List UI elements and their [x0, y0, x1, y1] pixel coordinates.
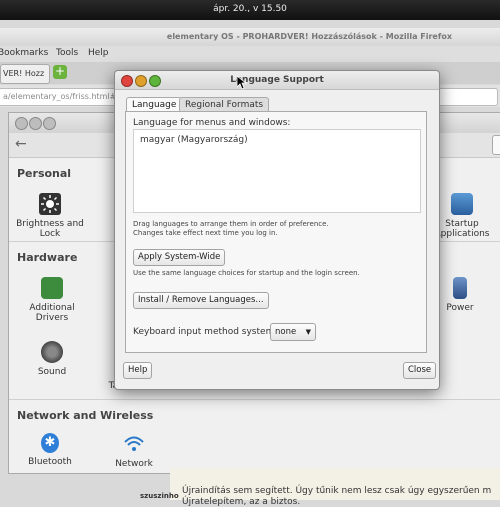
language-list-label: Language for menus and windows: [133, 118, 291, 128]
browser-tab[interactable]: VER! Hozz [0, 64, 50, 84]
top-panel: ápr. 20., v 15.50 [0, 0, 500, 20]
menu-bookmarks[interactable]: Bookmarks [0, 48, 48, 58]
close-icon[interactable] [15, 117, 28, 130]
chip-icon [41, 277, 63, 299]
keyboard-input-value: none [275, 327, 297, 337]
language-list-item[interactable]: magyar (Magyarország) [140, 135, 248, 145]
tab-language[interactable]: Language [126, 97, 183, 112]
battery-icon [453, 277, 467, 299]
menu-tools[interactable]: Tools [56, 48, 78, 58]
menu-help[interactable]: Help [88, 48, 109, 58]
item-brightness[interactable]: Brightness and Lock [15, 193, 85, 239]
apply-system-wide-button[interactable]: Apply System-Wide [133, 249, 226, 266]
install-remove-languages-button[interactable]: Install / Remove Languages... [133, 292, 269, 309]
keyboard-input-select[interactable]: none ▼ [270, 323, 316, 341]
close-button[interactable]: Close [403, 362, 437, 379]
dialog-titlebar: Language Support [115, 71, 439, 90]
new-tab-button[interactable]: + [53, 65, 67, 79]
firefox-titlebar: elementary OS - PROHARDVER! Hozzászóláso… [0, 28, 500, 46]
item-label: Brightness and Lock [16, 219, 84, 239]
wifi-icon [123, 433, 145, 455]
minimize-icon[interactable] [29, 117, 42, 130]
item-label: Sound [37, 367, 67, 377]
firefox-window-title: elementary OS - PROHARDVER! Hozzászóláso… [166, 32, 452, 41]
bluetooth-icon: ✱ [41, 433, 59, 453]
item-label: Additional Drivers [29, 303, 75, 323]
speaker-icon [41, 341, 63, 363]
item-additional-drivers[interactable]: Additional Drivers [17, 277, 87, 323]
startup-icon [451, 193, 473, 215]
brightness-icon [39, 193, 61, 215]
language-list[interactable]: magyar (Magyarország) [133, 129, 421, 213]
post-line: Újraindítás sem segített. Úgy tűnik nem … [182, 486, 492, 496]
item-label: Network [115, 459, 153, 469]
section-network: Network and Wireless [17, 409, 154, 422]
drag-note: Drag languages to arrange them in order … [133, 220, 329, 228]
toolbar-button[interactable] [492, 135, 500, 155]
back-arrow-icon[interactable]: ← [15, 136, 27, 152]
language-tab-panel: Language for menus and windows: magyar (… [125, 111, 427, 353]
item-bluetooth[interactable]: ✱ Bluetooth [15, 433, 85, 467]
chevron-down-icon: ▼ [305, 328, 311, 336]
item-label: Bluetooth [28, 457, 72, 467]
divider [9, 399, 500, 400]
help-button[interactable]: Help [123, 362, 153, 379]
section-personal: Personal [17, 167, 72, 180]
firefox-menubar: Bookmarks Tools Help [0, 46, 500, 62]
dialog-title: Language Support [230, 75, 324, 85]
item-network[interactable]: Network [99, 433, 169, 469]
item-sound[interactable]: Sound [17, 341, 87, 377]
web-content: szuszinho Újraindítás sem segített. Úgy … [140, 468, 500, 507]
keyboard-input-label: Keyboard input method system: [133, 327, 278, 337]
avatar-name[interactable]: szuszinho [140, 492, 179, 500]
apply-note: Use the same language choices for startu… [133, 269, 360, 277]
post-line: Újratelepítem, az a biztos. [182, 497, 301, 507]
drag-note: Changes take effect next time you log in… [133, 229, 278, 237]
clock[interactable]: ápr. 20., v 15.50 [213, 4, 287, 14]
maximize-icon[interactable] [43, 117, 56, 130]
section-hardware: Hardware [17, 251, 78, 264]
tab-regional-formats[interactable]: Regional Formats [179, 97, 270, 112]
language-support-dialog: Language Support Language Regional Forma… [114, 70, 440, 390]
